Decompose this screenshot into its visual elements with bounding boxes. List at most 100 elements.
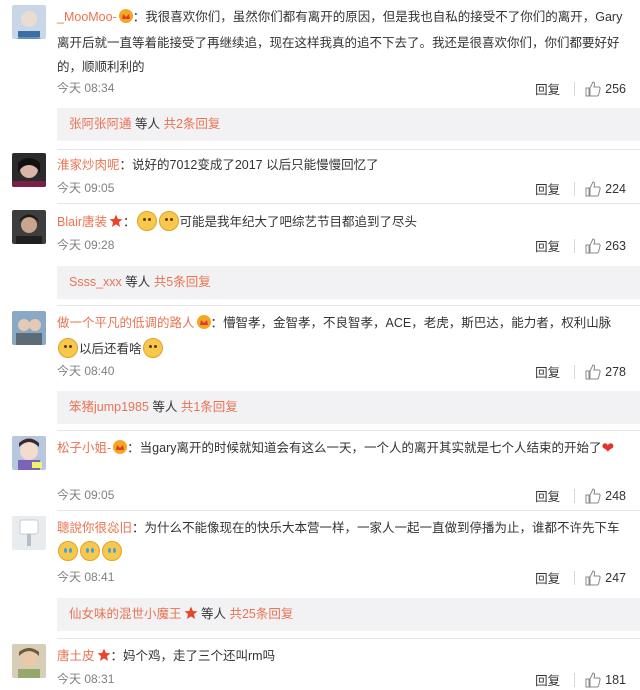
reply-button[interactable]: 回复 <box>535 236 560 255</box>
divider <box>57 305 640 306</box>
timestamp: 今天 09:28 <box>57 238 115 252</box>
username[interactable]: _MooMoo- <box>57 10 117 24</box>
sub-reply-count[interactable]: 共1条回复 <box>181 400 238 414</box>
username[interactable]: 松子小姐- <box>57 441 111 455</box>
reply-button[interactable]: 回复 <box>535 670 560 689</box>
crying-emoji-icon <box>80 541 100 561</box>
timestamp: 今天 09:05 <box>57 488 115 502</box>
reply-button[interactable]: 回复 <box>535 179 560 198</box>
sub-replies[interactable]: 仙女味的混世小魔王 等人 共25条回复 <box>57 598 640 631</box>
username[interactable]: 聰說你很惢旧 <box>57 521 132 535</box>
timestamp: 今天 08:31 <box>57 672 115 686</box>
comment-text: ：为什么不能像现在的快乐大本营一样，一家人一起一直做到停播为止，谁都不许先下车 <box>132 521 620 535</box>
sub-reply-users[interactable]: 张阿张阿通 <box>69 117 132 131</box>
divider <box>574 488 576 503</box>
thumbs-up-icon <box>585 487 601 503</box>
like-count: 248 <box>605 488 626 503</box>
avatar[interactable] <box>12 436 46 470</box>
like-button[interactable]: 181 <box>585 671 626 688</box>
like-count: 224 <box>605 181 626 196</box>
comment-text: ：我很喜欢你们，虽然你们都有离开的原因，但是我也自私的接受不了你们的离开，Gar… <box>57 10 623 74</box>
username[interactable]: 唐土皮 <box>57 649 95 663</box>
timestamp: 今天 08:40 <box>57 364 115 378</box>
thumbs-up-icon <box>585 180 601 196</box>
thumbs-up-icon <box>585 80 601 96</box>
grin-emoji-icon <box>58 338 78 358</box>
comment-text-after: 以后还看啥 <box>79 342 142 356</box>
comment-text: ：妈个鸡，走了三个还叫rm吗 <box>110 649 276 663</box>
sub-replies[interactable]: 笨猪jump1985 等人 共1条回复 <box>57 391 640 424</box>
reply-button[interactable]: 回复 <box>535 362 560 381</box>
like-count: 278 <box>605 364 626 379</box>
reply-button[interactable]: 回复 <box>535 568 560 587</box>
avatar[interactable] <box>12 311 46 345</box>
username[interactable]: 做一个平凡的低调的路人 <box>57 316 195 330</box>
divider <box>574 238 576 253</box>
avatar[interactable] <box>12 210 46 244</box>
thumbs-up-icon <box>585 363 601 379</box>
star-icon <box>97 646 111 670</box>
sub-reply-count[interactable]: 共25条回复 <box>229 607 293 621</box>
timestamp: 今天 08:41 <box>57 570 115 584</box>
like-button[interactable]: 224 <box>585 180 626 197</box>
like-button[interactable]: 278 <box>585 363 626 380</box>
thumbs-up-icon <box>585 237 601 253</box>
avatar[interactable] <box>12 5 46 39</box>
grin-emoji-icon <box>142 338 163 358</box>
sub-reply-users[interactable]: 笨猪jump1985 <box>69 400 149 414</box>
divider <box>57 149 640 150</box>
sub-reply-users[interactable]: 仙女味的混世小魔王 <box>69 607 182 621</box>
like-button[interactable]: 248 <box>585 487 626 504</box>
timestamp: 今天 08:34 <box>57 81 115 95</box>
sub-replies[interactable]: Ssss_xxx 等人 共5条回复 <box>57 266 640 299</box>
username[interactable]: Blair唐装 <box>57 215 107 229</box>
thumbs-up-icon <box>585 569 601 585</box>
like-count: 247 <box>605 570 626 585</box>
crying-emoji-icon <box>102 541 122 561</box>
like-count: 256 <box>605 81 626 96</box>
sub-reply-mid: 等人 <box>148 400 181 414</box>
sub-reply-count[interactable]: 共2条回复 <box>163 117 220 131</box>
comment-text: 可能是我年纪大了吧综艺节目都追到了尽头 <box>179 215 418 229</box>
sub-reply-count[interactable]: 共5条回复 <box>154 275 211 289</box>
crown-icon <box>118 7 133 31</box>
sub-reply-users[interactable]: Ssss_xxx <box>69 275 122 289</box>
reply-button[interactable]: 回复 <box>535 486 560 505</box>
divider <box>574 570 576 585</box>
divider <box>574 181 576 196</box>
like-button[interactable]: 256 <box>585 80 626 97</box>
sub-replies[interactable]: 张阿张阿通 等人 共2条回复 <box>57 108 640 141</box>
sub-reply-mid: 等人 <box>121 275 154 289</box>
comment-text: ：当gary离开的时候就知道会有这么一天，一个人的离开其实就是七个人结束的开始了 <box>127 441 602 455</box>
divider <box>574 81 576 96</box>
divider <box>574 364 576 379</box>
crown-icon <box>196 313 211 337</box>
like-count: 263 <box>605 238 626 253</box>
sub-reply-mid: 等人 <box>131 117 164 131</box>
grin-emoji-icon <box>136 211 157 231</box>
star-icon <box>109 212 123 236</box>
avatar[interactable] <box>12 644 46 678</box>
sub-reply-mid: 等人 <box>197 607 230 621</box>
heart-icon: ❤ <box>601 440 615 457</box>
crown-icon <box>113 438 128 462</box>
avatar[interactable] <box>12 153 46 187</box>
divider <box>57 203 640 204</box>
grin-emoji-icon <box>158 211 179 231</box>
divider <box>57 638 640 639</box>
thumbs-up-icon <box>585 671 601 687</box>
crying-emoji-icon <box>58 541 78 561</box>
like-button[interactable]: 247 <box>585 569 626 586</box>
avatar[interactable] <box>12 516 46 550</box>
reply-button[interactable]: 回复 <box>535 79 560 98</box>
divider <box>57 430 640 431</box>
comment-text: ：懵智孝，金智孝，不良智孝，ACE，老虎，斯巴达，能力者，权利山脉 <box>210 316 612 330</box>
comment-text: ：说好的7012变成了2017 以后只能慢慢回忆了 <box>119 158 379 172</box>
like-count: 181 <box>605 672 626 687</box>
timestamp: 今天 09:05 <box>57 181 115 195</box>
divider <box>57 510 640 511</box>
divider <box>574 672 576 687</box>
username[interactable]: 淮家炒肉呢 <box>57 158 120 172</box>
like-button[interactable]: 263 <box>585 237 626 254</box>
star-icon <box>184 600 198 633</box>
